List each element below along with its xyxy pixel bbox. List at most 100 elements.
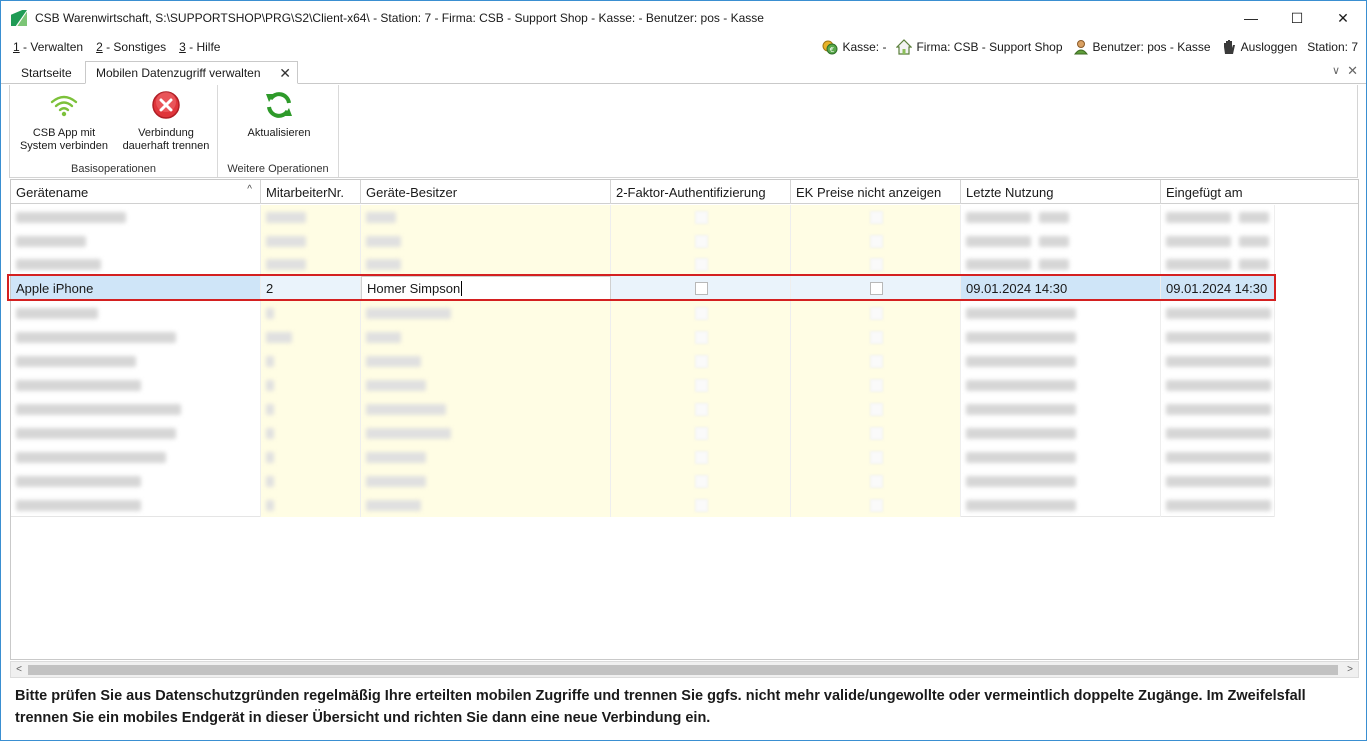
status-benutzer[interactable]: Benutzer: pos - Kasse: [1073, 39, 1211, 55]
checkbox-ek-preise[interactable]: [791, 349, 961, 373]
disconnect-button[interactable]: Verbindung dauerhaft trennen: [114, 89, 218, 153]
hand-icon: [1221, 39, 1237, 55]
checkbox-ek-preise[interactable]: [791, 493, 961, 517]
horizontal-scrollbar[interactable]: < >: [10, 661, 1359, 678]
menu-hilfe[interactable]: 3 - Hilfe: [179, 40, 220, 54]
cell-letzte-nutzung[interactable]: 09.01.2024 14:30: [961, 276, 1161, 300]
user-icon: [1073, 39, 1089, 55]
disconnect-label-1: Verbindung: [138, 127, 194, 139]
scroll-left-icon[interactable]: <: [11, 662, 27, 678]
status-firma[interactable]: Firma: CSB - Support Shop: [896, 39, 1063, 55]
checkbox-ek-preise[interactable]: [791, 252, 961, 276]
logout-button[interactable]: Ausloggen: [1221, 39, 1297, 55]
checkbox-ek-preise[interactable]: [791, 421, 961, 445]
checkbox-ek-preise[interactable]: [791, 397, 961, 421]
ribbon-group-basisoperationen: CSB App mit System verbinden Verbindung …: [10, 85, 218, 177]
col-header-geraetename[interactable]: Gerätename ^: [11, 180, 261, 204]
checkbox-2fa[interactable]: [611, 325, 791, 349]
menu-hilfe-label: - Hilfe: [185, 40, 221, 54]
table-row[interactable]: [11, 373, 1275, 397]
scrollbar-thumb[interactable]: [28, 665, 1338, 675]
checkbox-ek-preise[interactable]: [791, 205, 961, 229]
ribbon-group-label-weitere: Weitere Operationen: [227, 163, 329, 175]
checkbox-ek-preise[interactable]: [791, 445, 961, 469]
cell-blurred: [11, 205, 261, 229]
checkbox-2fa[interactable]: [611, 397, 791, 421]
checkbox-ek-preise[interactable]: [791, 325, 961, 349]
devices-grid[interactable]: Gerätename ^ MitarbeiterNr. Geräte-Besit…: [10, 179, 1359, 660]
cell-blurred: [261, 421, 361, 445]
checkbox-2fa[interactable]: [611, 493, 791, 517]
checkbox-2fa[interactable]: [611, 373, 791, 397]
table-row[interactable]: [11, 252, 1275, 276]
cell-blurred: [361, 205, 611, 229]
cell-blurred: [361, 325, 611, 349]
table-row[interactable]: [11, 397, 1275, 421]
table-row-selected[interactable]: Apple iPhone 2 Homer Simpson 09.01.2024 …: [11, 276, 1275, 300]
table-row[interactable]: [11, 325, 1275, 349]
menu-sonstiges[interactable]: 2 - Sonstiges: [96, 40, 166, 54]
checkbox-2fa[interactable]: [611, 301, 791, 325]
connect-app-label-2: System verbinden: [19, 140, 109, 152]
checkbox-2fa-selected[interactable]: [611, 276, 791, 300]
checkbox-2fa[interactable]: [611, 421, 791, 445]
chevron-down-icon[interactable]: ∨: [1332, 64, 1340, 77]
cell-mitarbeiternr[interactable]: 2: [261, 276, 361, 300]
cell-blurred: [961, 397, 1161, 421]
cell-blurred: [361, 229, 611, 253]
table-row[interactable]: [11, 445, 1275, 469]
col-header-besitzer[interactable]: Geräte-Besitzer: [361, 180, 611, 204]
checkbox-ek-preise[interactable]: [791, 469, 961, 493]
menu-verwalten[interactable]: 1 - Verwalten: [13, 40, 83, 54]
close-window-button[interactable]: ✕: [1320, 1, 1366, 35]
table-row[interactable]: [11, 493, 1275, 517]
checkbox-ek-preise[interactable]: [791, 229, 961, 253]
status-station-label: Station: 7: [1307, 40, 1358, 54]
table-row[interactable]: [11, 421, 1275, 445]
wifi-icon: [48, 89, 80, 121]
checkbox-2fa[interactable]: [611, 445, 791, 469]
cell-besitzer-editor[interactable]: Homer Simpson: [361, 276, 611, 300]
connect-app-label-1: CSB App mit: [32, 127, 96, 139]
maximize-button[interactable]: ☐: [1274, 1, 1320, 35]
table-row[interactable]: [11, 349, 1275, 373]
grid-header: Gerätename ^ MitarbeiterNr. Geräte-Besit…: [11, 180, 1358, 204]
col-header-2fa[interactable]: 2-Faktor-Authentifizierung: [611, 180, 791, 204]
connect-app-button[interactable]: CSB App mit System verbinden: [12, 89, 116, 153]
tab-mobilen-datenzugriff[interactable]: Mobilen Datenzugriff verwalten ✕: [85, 61, 298, 84]
col-header-eingefuegt-am[interactable]: Eingefügt am: [1161, 180, 1348, 204]
cell-geraetename[interactable]: Apple iPhone: [11, 276, 261, 300]
scroll-right-icon[interactable]: >: [1342, 662, 1358, 678]
cell-blurred: [361, 349, 611, 373]
cell-blurred: [11, 373, 261, 397]
tab-startseite[interactable]: Startseite: [11, 61, 82, 84]
col-header-letzte-nutzung[interactable]: Letzte Nutzung: [961, 180, 1161, 204]
cell-blurred: [11, 445, 261, 469]
menu-verwalten-key: 1: [13, 40, 20, 54]
tab-close-icon[interactable]: ✕: [279, 65, 291, 82]
col-header-mitarbeiternr[interactable]: MitarbeiterNr.: [261, 180, 361, 204]
cell-eingefuegt-am[interactable]: 09.01.2024 14:30: [1161, 276, 1275, 300]
checkbox-2fa[interactable]: [611, 229, 791, 253]
checkbox-2fa[interactable]: [611, 205, 791, 229]
col-header-geraetename-label: Gerätename: [16, 184, 89, 200]
close-all-tabs-icon[interactable]: ✕: [1347, 63, 1358, 79]
table-row[interactable]: [11, 469, 1275, 493]
sort-ascending-icon: ^: [247, 184, 252, 195]
checkbox-ek-preise[interactable]: [791, 373, 961, 397]
checkbox-ek-preise[interactable]: [791, 301, 961, 325]
checkbox-2fa[interactable]: [611, 252, 791, 276]
checkbox-2fa[interactable]: [611, 349, 791, 373]
table-row[interactable]: [11, 205, 1275, 229]
privacy-notice: Bitte prüfen Sie aus Datenschutzgründen …: [15, 688, 1306, 726]
status-kasse[interactable]: € Kasse: -: [822, 39, 886, 55]
table-row[interactable]: [11, 229, 1275, 253]
checkbox-2fa[interactable]: [611, 469, 791, 493]
table-row[interactable]: [11, 301, 1275, 325]
checkbox-ek-preise-selected[interactable]: [791, 276, 961, 300]
cell-blurred: [11, 229, 261, 253]
col-header-ek-preise[interactable]: EK Preise nicht anzeigen: [791, 180, 961, 204]
minimize-button[interactable]: —: [1228, 1, 1274, 35]
cell-blurred: [261, 325, 361, 349]
refresh-button[interactable]: Aktualisieren: [234, 89, 324, 140]
